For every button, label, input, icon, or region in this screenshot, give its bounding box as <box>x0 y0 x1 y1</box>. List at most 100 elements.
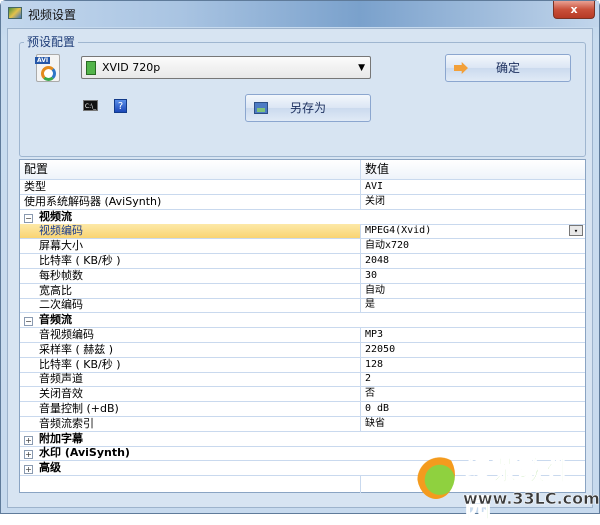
property-name: 音频声道 <box>20 372 360 386</box>
property-row[interactable]: 每秒帧数 30 <box>20 268 585 284</box>
category-row[interactable]: + 高级 <box>20 461 585 477</box>
title-bar[interactable]: 视频设置 x <box>1 1 599 27</box>
property-name: 视频编码 <box>20 224 360 239</box>
column-header-value[interactable]: 数值 <box>360 160 585 179</box>
category-row[interactable]: − 视频流 <box>20 210 585 225</box>
property-value[interactable]: 0 dB <box>360 402 585 416</box>
value-text: 0 dB <box>365 403 390 414</box>
category-label: + 水印 (AviSynth) <box>20 446 360 460</box>
row-label: 关闭音效 <box>39 387 83 401</box>
property-value[interactable]: 2 <box>360 372 585 387</box>
collapse-icon[interactable]: − <box>24 317 33 327</box>
property-value <box>360 446 585 460</box>
row-label: 音频流索引 <box>39 416 94 430</box>
value-text: 128 <box>365 358 384 370</box>
property-name: 类型 <box>20 180 360 194</box>
row-label: 比特率 ( KB/秒 ) <box>39 357 121 371</box>
property-value[interactable]: 自动 <box>360 283 585 298</box>
property-name: 比特率 ( KB/秒 ) <box>20 254 360 268</box>
expand-icon[interactable]: + <box>24 435 33 445</box>
row-label: 屏幕大小 <box>39 239 83 253</box>
property-row[interactable]: 采样率 ( 赫兹 ) 22050 <box>20 342 585 358</box>
collapse-icon[interactable]: − <box>24 213 33 223</box>
expand-icon[interactable]: + <box>24 465 33 475</box>
value-text: 关闭 <box>365 195 385 207</box>
property-row[interactable]: 使用系统解码器 (AviSynth) 关闭 <box>20 194 585 210</box>
preset-group-label: 预设配置 <box>24 33 79 50</box>
property-row[interactable]: 音量控制 (+dB) 0 dB <box>20 402 585 417</box>
property-value <box>360 432 585 446</box>
value-text: 是 <box>365 299 375 311</box>
category-label: + 高级 <box>20 461 360 475</box>
property-value[interactable]: 否 <box>360 387 585 402</box>
value-dropdown-button[interactable]: ▾ <box>569 225 583 237</box>
property-row[interactable]: 音频流索引 缺省 <box>20 416 585 432</box>
property-value[interactable]: 关闭 <box>360 194 585 209</box>
property-value[interactable]: 128 <box>360 357 585 372</box>
value-text: AVI <box>365 181 384 192</box>
app-icon <box>8 7 22 19</box>
row-label: 视频编码 <box>39 224 83 238</box>
close-button[interactable]: x <box>553 1 595 19</box>
property-value[interactable]: 22050 <box>360 342 585 357</box>
row-label: 音量控制 (+dB) <box>39 402 119 415</box>
property-name: 比特率 ( KB/秒 ) <box>20 358 360 372</box>
property-value[interactable]: MPEG4(Xvid) ▾ <box>360 224 585 239</box>
value-text: MPEG4(Xvid) <box>365 225 432 237</box>
property-name: 每秒帧数 <box>20 269 360 283</box>
property-row[interactable]: 音视频编码 MP3 <box>20 328 585 343</box>
category-row[interactable]: + 附加字幕 <box>20 432 585 447</box>
property-row[interactable]: 音频声道 2 <box>20 372 585 388</box>
row-label: 类型 <box>24 180 46 193</box>
value-text: 22050 <box>365 343 396 355</box>
preset-dropdown[interactable]: XVID 720p ▼ <box>81 56 371 79</box>
row-label: 宽高比 <box>39 283 72 297</box>
property-name: 音量控制 (+dB) <box>20 402 360 416</box>
property-value[interactable]: 缺省 <box>360 416 585 431</box>
video-settings-window: 视频设置 x 预设配置 AVI XVID 720p ▼ 确定 另存为 C:\_ … <box>0 0 600 525</box>
property-name: 音视频编码 <box>20 328 360 342</box>
ok-button[interactable]: 确定 <box>445 54 571 82</box>
property-row[interactable]: 视频编码 MPEG4(Xvid) ▾ <box>20 224 585 240</box>
property-value[interactable]: AVI <box>360 180 585 194</box>
help-icon[interactable]: ? <box>114 99 127 113</box>
property-row[interactable]: 关闭音效 否 <box>20 387 585 403</box>
category-row[interactable]: − 音频流 <box>20 313 585 329</box>
property-row[interactable]: 比特率 ( KB/秒 ) 128 <box>20 357 585 373</box>
row-label: 使用系统解码器 (AviSynth) <box>24 194 162 208</box>
property-value[interactable]: 30 <box>360 268 585 283</box>
save-as-button[interactable]: 另存为 <box>245 94 371 122</box>
property-row[interactable]: 宽高比 自动 <box>20 283 585 299</box>
category-row[interactable]: + 水印 (AviSynth) <box>20 446 585 462</box>
property-value[interactable]: 自动x720 <box>360 239 585 254</box>
grid-header: 配置 数值 <box>20 160 585 180</box>
property-name: 屏幕大小 <box>20 239 360 253</box>
property-name: 音频流索引 <box>20 417 360 431</box>
row-label: 视频流 <box>39 209 72 223</box>
value-text: 2 <box>365 373 372 385</box>
column-header-setting[interactable]: 配置 <box>20 160 360 179</box>
value-text: 30 <box>365 269 378 281</box>
category-label: − 视频流 <box>20 210 360 224</box>
property-value <box>360 210 585 224</box>
expand-icon[interactable]: + <box>24 450 33 460</box>
property-row[interactable]: 比特率 ( KB/秒 ) 2048 <box>20 254 585 269</box>
save-as-button-label: 另存为 <box>289 101 326 115</box>
property-value[interactable]: 是 <box>360 298 585 313</box>
avi-icon-label: AVI <box>35 57 51 64</box>
property-value[interactable]: MP3 <box>360 328 585 342</box>
property-row[interactable]: 二次编码 是 <box>20 298 585 314</box>
category-label: − 音频流 <box>20 313 360 327</box>
property-row[interactable]: 屏幕大小 自动x720 <box>20 239 585 255</box>
property-value[interactable]: 2048 <box>360 254 585 268</box>
row-label: 每秒帧数 <box>39 268 83 282</box>
property-row[interactable]: 类型 AVI <box>20 180 585 195</box>
window-title: 视频设置 <box>28 8 77 22</box>
preset-dropdown-value: XVID 720p <box>102 61 161 74</box>
row-label: 二次编码 <box>39 298 83 312</box>
floppy-disk-icon <box>254 102 268 114</box>
property-value <box>360 461 585 475</box>
property-name: 关闭音效 <box>20 387 360 401</box>
property-value <box>360 313 585 327</box>
command-line-icon[interactable]: C:\_ <box>83 100 98 111</box>
